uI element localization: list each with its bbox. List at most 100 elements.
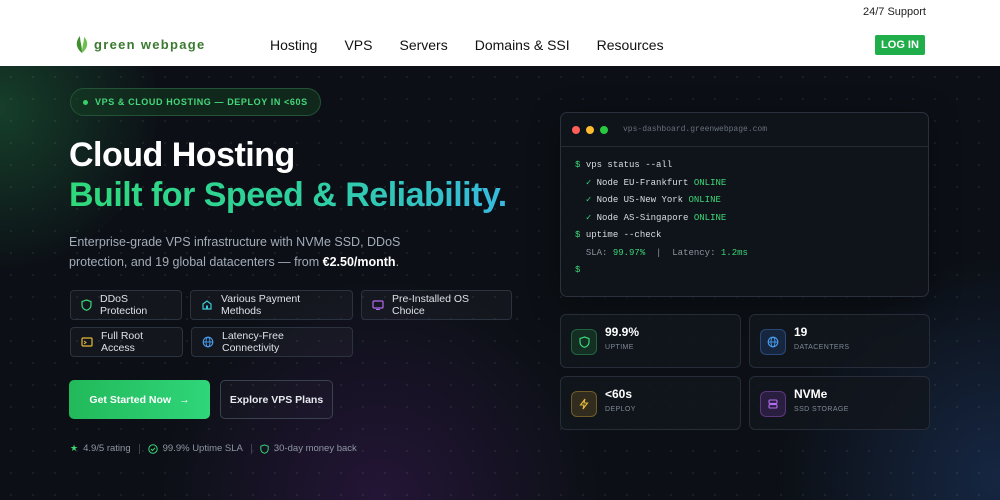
- price-highlight: €2.50/month: [322, 255, 396, 269]
- terminal-line: $ uptime --check: [575, 230, 914, 248]
- top-navigation-bar: 24/7 Support Green Webpage Hosting VPS S…: [0, 0, 1000, 66]
- monitor-icon: [372, 299, 384, 311]
- wallet-icon: [201, 299, 213, 311]
- stat-card-deploy: <60s DEPLOY: [560, 376, 741, 430]
- stat-value: NVMe: [794, 387, 828, 401]
- check-icon: ✓: [585, 195, 592, 205]
- stat-label: SSD STORAGE: [794, 406, 849, 413]
- money-back-item: 30-day money back: [260, 443, 357, 454]
- stat-value: <60s: [605, 387, 633, 401]
- shield-icon: [81, 299, 92, 311]
- separator: |: [656, 247, 662, 258]
- get-started-label: Get Started Now: [89, 393, 172, 406]
- feature-latency-free: Latency-Free Connectivity: [191, 327, 353, 357]
- hero-badge: VPS & CLOUD HOSTING — DEPLOY IN <60S: [70, 88, 321, 116]
- terminal-titlebar: vps-dashboard.greenwebpage.com: [561, 113, 928, 147]
- uptime-sla-item: 99.9% Uptime SLA: [147, 443, 243, 454]
- storage-icon: [760, 391, 786, 417]
- node-name: Node US-New York: [596, 195, 684, 205]
- terminal-line: $ vps status --all: [575, 160, 914, 178]
- nav-vps[interactable]: VPS: [344, 37, 372, 53]
- command-text: uptime --check: [585, 230, 662, 240]
- close-dot-icon[interactable]: [572, 125, 580, 134]
- feature-label: DDoS Protection: [100, 293, 148, 317]
- terminal-line: ✓ Node AS-Singapore ONLINE: [575, 213, 914, 231]
- trust-indicators: ★ 4.9/5 rating 99.9% Uptime SLA 30-day m…: [70, 443, 357, 454]
- stat-label: UPTIME: [605, 344, 634, 351]
- get-started-button[interactable]: Get Started Now →: [69, 380, 210, 419]
- logo-text: Green Webpage: [94, 36, 206, 52]
- terminal-icon: [81, 336, 93, 348]
- hero-title-line1: Cloud Hosting: [69, 136, 295, 174]
- prompt-symbol: $: [575, 230, 581, 240]
- terminal-line: SLA: 99.97% | Latency: 1.2ms: [575, 248, 914, 266]
- stat-card-storage: NVMe SSD STORAGE: [749, 376, 930, 430]
- uptime-sla-text: 99.9% Uptime SLA: [162, 443, 243, 454]
- sla-value: 99.97%: [612, 247, 646, 258]
- hero-description: Enterprise-grade VPS infrastructure with…: [69, 232, 429, 272]
- nav-hosting[interactable]: Hosting: [270, 37, 317, 53]
- login-button[interactable]: LOG IN: [875, 35, 925, 55]
- nav-resources[interactable]: Resources: [597, 37, 664, 53]
- feature-ddos-protection: DDoS Protection: [70, 290, 182, 320]
- arrow-right-icon: →: [179, 393, 190, 406]
- status-dot-icon: [83, 99, 88, 105]
- maximize-dot-icon[interactable]: [600, 125, 608, 134]
- terminal-line: ✓ Node US-New York ONLINE: [575, 195, 914, 213]
- stat-value: 99.9%: [605, 325, 640, 339]
- sla-label: SLA:: [585, 247, 608, 258]
- check-icon: ✓: [585, 212, 592, 223]
- terminal-line: $: [575, 265, 914, 283]
- stat-label: DATACENTERS: [794, 344, 850, 351]
- node-status: ONLINE: [693, 177, 727, 188]
- globe-icon: [760, 329, 786, 355]
- latency-label: Latency:: [672, 247, 716, 258]
- hero-section: VPS & CLOUD HOSTING — DEPLOY IN <60S Clo…: [0, 66, 1000, 500]
- node-status: ONLINE: [693, 212, 727, 223]
- badge-text: VPS & CLOUD HOSTING — DEPLOY IN <60S: [95, 97, 308, 107]
- bolt-icon: [571, 391, 597, 417]
- rating-item: ★ 4.9/5 rating: [70, 443, 131, 454]
- feature-label: Full Root Access: [101, 330, 144, 354]
- minimize-dot-icon[interactable]: [586, 125, 594, 134]
- terminal-line: ✓ Node EU-Frankfurt ONLINE: [575, 178, 914, 196]
- shield-icon: [571, 329, 597, 355]
- node-name: Node EU-Frankfurt: [596, 177, 689, 188]
- command-text: vps status --all: [585, 160, 673, 170]
- terminal-window: vps-dashboard.greenwebpage.com $ vps sta…: [560, 112, 929, 297]
- feature-root-access: Full Root Access: [70, 327, 183, 357]
- description-end: .: [395, 255, 400, 269]
- stat-label: DEPLOY: [605, 406, 636, 413]
- stat-card-uptime: 99.9% UPTIME: [560, 314, 741, 368]
- terminal-output: $ vps status --all ✓ Node EU-Frankfurt O…: [561, 147, 928, 296]
- rating-text: 4.9/5 rating: [83, 443, 131, 454]
- nav-domains-ssl[interactable]: Domains & SSI: [475, 37, 570, 53]
- feature-label: Various Payment Methods: [221, 293, 301, 317]
- money-back-text: 30-day money back: [273, 443, 357, 454]
- explore-vps-plans-button[interactable]: Explore VPS Plans: [220, 380, 333, 419]
- feature-preinstalled-os: Pre-Installed OS Choice: [361, 290, 512, 320]
- main-nav: Hosting VPS Servers Domains & SSI Resour…: [270, 37, 664, 53]
- latency-value: 1.2ms: [720, 247, 748, 258]
- feature-payment-methods: Various Payment Methods: [190, 290, 353, 320]
- check-icon: ✓: [585, 177, 592, 188]
- hero-title-line2: Built for Speed & Reliability.: [69, 176, 507, 214]
- divider: [138, 443, 140, 454]
- feature-label: Pre-Installed OS Choice: [392, 293, 470, 317]
- terminal-url: vps-dashboard.greenwebpage.com: [623, 125, 768, 134]
- site-logo[interactable]: Green Webpage: [74, 34, 206, 54]
- feature-label: Latency-Free Connectivity: [222, 330, 284, 354]
- divider: [250, 443, 252, 454]
- check-circle-icon: [147, 443, 158, 454]
- leaf-logo-icon: [76, 36, 88, 53]
- globe-icon: [202, 336, 214, 348]
- shield-icon: [260, 443, 269, 454]
- support-link[interactable]: 24/7 Support: [863, 6, 926, 18]
- prompt-symbol: $: [575, 160, 581, 170]
- stat-card-datacenters: 19 DATACENTERS: [749, 314, 930, 368]
- node-name: Node AS-Singapore: [596, 212, 689, 223]
- node-status: ONLINE: [688, 195, 721, 205]
- nav-servers[interactable]: Servers: [399, 37, 447, 53]
- star-icon: ★: [70, 443, 79, 453]
- stat-value: 19: [794, 325, 808, 339]
